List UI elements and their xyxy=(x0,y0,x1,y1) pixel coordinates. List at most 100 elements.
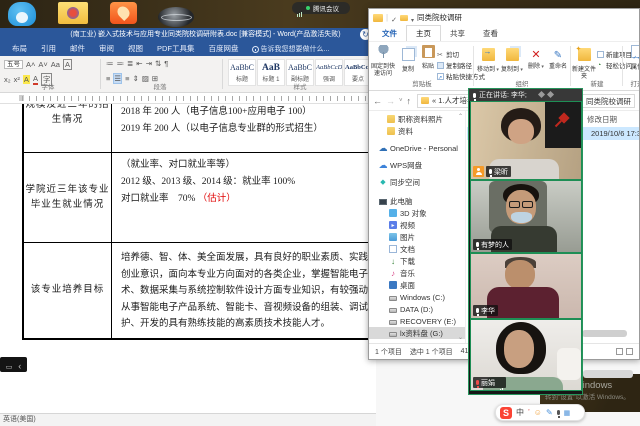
sidebar-item-documents[interactable]: 文档 xyxy=(369,243,465,255)
meeting-status-pill[interactable]: 腾讯会议 xyxy=(292,2,350,14)
up-icon[interactable]: ↑ xyxy=(407,96,412,106)
document-page[interactable]: 规模及近三年的招 生情况 2018 年 200 人（电子信息100+应用电子 1… xyxy=(0,104,376,413)
character-border-icon[interactable]: A xyxy=(63,59,72,70)
copy-to-button[interactable]: 复制到 xyxy=(500,45,524,74)
grow-font-icon[interactable]: A˄ xyxy=(26,60,35,69)
table-row[interactable]: 学院近三年该专业 毕业生就业情况 （就业率、对口就业率等） 2012 级、201… xyxy=(24,153,376,243)
scroll-up-icon[interactable]: ⌃ xyxy=(458,113,463,120)
move-to-button[interactable]: 移动到 xyxy=(476,45,500,74)
table-cell-content[interactable]: （就业率、对口就业率等） 2012 级、2013 级、2014 级：就业率 10… xyxy=(112,153,376,242)
style-item[interactable]: AaBbCcD 强调 xyxy=(315,59,343,86)
details-view-icon[interactable] xyxy=(616,348,623,355)
collapse-icons[interactable] xyxy=(539,92,553,97)
tab-pdf-tools[interactable]: PDF工具集 xyxy=(150,42,202,56)
address-current-folder[interactable]: 同类院校调研 xyxy=(586,96,631,107)
multilevel-list-icon[interactable]: ≣ xyxy=(127,59,133,68)
menu-view[interactable]: 查看 xyxy=(474,26,507,41)
globe-icon[interactable] xyxy=(158,7,194,27)
window-icon[interactable] xyxy=(6,356,13,374)
document-table[interactable]: 规模及近三年的招 生情况 2018 年 200 人（电子信息100+应用电子 1… xyxy=(22,104,376,340)
decrease-indent-icon[interactable]: ⇤ xyxy=(136,59,142,68)
new-folder-button[interactable]: 新建文件夹 xyxy=(572,45,596,80)
delete-button[interactable]: 删除 xyxy=(524,45,548,71)
column-header-modified[interactable]: 修改日期 xyxy=(587,114,617,125)
rename-button[interactable]: 重命名 xyxy=(546,45,570,71)
sidebar-item-drive-g[interactable]: lx资料盘 (G:) xyxy=(369,327,465,339)
sidebar-item-folder[interactable]: 职称资料照片 xyxy=(369,113,465,125)
table-cell-label[interactable]: 规模及近三年的招 生情况 xyxy=(24,104,112,152)
font-size-select[interactable]: 五号 xyxy=(4,60,23,69)
media-folder-icon[interactable] xyxy=(58,2,88,24)
sidebar-item-drive-d[interactable]: DATA (D:) xyxy=(369,303,465,315)
emoji-icon[interactable] xyxy=(534,408,542,417)
sidebar-item-downloads[interactable]: 下载 xyxy=(369,255,465,267)
forward-icon[interactable]: → xyxy=(386,96,395,106)
align-right-icon[interactable]: ≡ xyxy=(125,74,129,83)
quick-access-check-icon[interactable] xyxy=(391,9,397,27)
sidebar-item-music[interactable]: 音乐 xyxy=(369,267,465,279)
menu-file[interactable]: 文件 xyxy=(373,26,406,41)
chevron-down-icon[interactable] xyxy=(411,9,414,27)
shading-icon[interactable]: ▨ xyxy=(142,74,149,83)
table-cell-label[interactable]: 该专业培养目标 xyxy=(24,243,112,338)
floating-toolbar[interactable] xyxy=(0,357,27,372)
table-cell-content[interactable]: 培养德、智、体、美全面发展，具有良好的职业素质、实践能力 创业意识，面向本专业方… xyxy=(112,243,376,338)
font-controls-row1[interactable]: 五号 A˄ A˅ Aa A xyxy=(4,59,75,70)
tab-mailings[interactable]: 邮件 xyxy=(63,42,92,56)
tab-baidu-netdisk[interactable]: 百度网盘 xyxy=(202,42,246,56)
sidebar-item-videos[interactable]: 视频 xyxy=(369,219,465,231)
sidebar-item-folder[interactable]: 资料 xyxy=(369,125,465,137)
table-row[interactable]: 规模及近三年的招 生情况 2018 年 200 人（电子信息100+应用电子 1… xyxy=(24,104,376,153)
tab-view[interactable]: 视图 xyxy=(121,42,150,56)
thumbnail-view-icon[interactable] xyxy=(626,348,633,355)
back-icon[interactable] xyxy=(18,356,21,374)
bullet-list-icon[interactable]: ≔ xyxy=(106,59,114,68)
menu-share[interactable]: 共享 xyxy=(441,26,474,41)
shrink-font-icon[interactable]: A˅ xyxy=(38,60,47,69)
tab-review[interactable]: 审阅 xyxy=(92,42,121,56)
sidebar-item-wps[interactable]: WPS网盘 xyxy=(369,159,465,171)
sidebar-item-this-pc[interactable]: 此电脑 xyxy=(369,195,465,207)
word-status-bar[interactable]: 英语(美国) xyxy=(0,413,376,426)
increase-indent-icon[interactable]: ⇥ xyxy=(146,59,152,68)
highlight-color-icon[interactable]: A xyxy=(23,75,30,84)
change-case-icon[interactable]: Aa xyxy=(51,60,60,69)
video-tile-participant-2[interactable]: 有梦的人 xyxy=(470,180,582,253)
align-left-icon[interactable]: ≡ xyxy=(106,74,110,83)
sidebar-item-drive-c[interactable]: Windows (C:) xyxy=(369,291,465,303)
subscript-icon[interactable]: x₂ xyxy=(4,75,11,84)
qq-icon[interactable] xyxy=(8,2,36,26)
recent-locations-icon[interactable]: ˅ xyxy=(399,98,403,104)
pen-icon[interactable] xyxy=(546,408,553,417)
tab-layout[interactable]: 布局 xyxy=(5,42,34,56)
voice-icon[interactable] xyxy=(557,410,560,415)
folder-icon[interactable] xyxy=(400,15,408,21)
paragraph-controls-row1[interactable]: ≔ ≕ ≣ ⇤ ⇥ ⇅ ¶ xyxy=(106,59,171,68)
pilcrow-icon[interactable]: ¶ xyxy=(164,59,168,68)
table-row[interactable]: 该专业培养目标 培养德、智、体、美全面发展，具有良好的职业素质、实践能力 创业意… xyxy=(24,243,376,338)
horizontal-scrollbar[interactable] xyxy=(582,330,627,337)
sidebar-item-3d-objects[interactable]: 3D 对象 xyxy=(369,207,465,219)
scroll-down-icon[interactable]: ⌄ xyxy=(458,334,463,341)
line-spacing-icon[interactable]: ⇕ xyxy=(133,74,139,83)
video-tile-participant-4[interactable]: 丽娟 xyxy=(470,319,582,391)
tell-me-box[interactable]: 告诉我您想要做什么... xyxy=(246,44,330,54)
properties-button[interactable]: 属性 xyxy=(625,45,640,72)
video-tile-participant-1[interactable]: 梁昕 xyxy=(470,101,582,180)
chinese-mode-toggle[interactable]: 中 xyxy=(516,407,524,418)
view-toggle-icons[interactable] xyxy=(616,348,633,355)
table-cell-label[interactable]: 学院近三年该专业 毕业生就业情况 xyxy=(24,153,112,242)
sort-icon[interactable]: ⇅ xyxy=(155,59,161,68)
sidebar-item-desktop[interactable]: 桌面 xyxy=(369,279,465,291)
superscript-icon[interactable]: x² xyxy=(14,75,20,84)
sidebar-item-pictures[interactable]: 图片 xyxy=(369,231,465,243)
cut-button[interactable]: 剪切 xyxy=(437,49,459,59)
sidebar-item-onedrive[interactable]: OneDrive - Personal xyxy=(369,142,465,154)
scrollbar-thumb[interactable] xyxy=(583,370,633,378)
pin-to-quick-access-button[interactable]: 固定到快速访问 xyxy=(371,45,395,77)
sogou-logo-icon[interactable]: S xyxy=(500,407,512,419)
back-icon[interactable]: ← xyxy=(373,96,382,106)
align-center-icon[interactable]: ☰ xyxy=(113,73,122,84)
apostrophe-icon[interactable] xyxy=(528,408,530,417)
style-item[interactable]: AaB 标题 1 xyxy=(257,59,285,86)
